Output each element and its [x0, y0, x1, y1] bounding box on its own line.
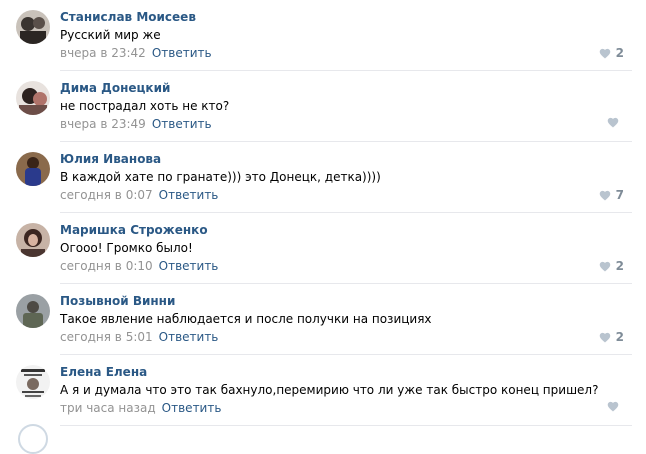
comment-date[interactable]: сегодня в 0:10 — [60, 259, 153, 273]
reply-button[interactable]: Ответить — [152, 117, 212, 131]
avatar[interactable] — [16, 152, 50, 186]
divider — [60, 425, 632, 426]
comment-meta: сегодня в 5:01 Ответить — [60, 329, 218, 345]
like-button[interactable]: 7 — [599, 188, 624, 202]
heart-icon — [607, 401, 619, 412]
like-button[interactable]: 2 — [599, 259, 624, 273]
like-count: 2 — [615, 330, 624, 344]
comment-meta: вчера в 23:49 Ответить — [60, 116, 212, 132]
like-count: 2 — [615, 259, 624, 273]
comment-author[interactable]: Дима Донецкий — [60, 80, 170, 96]
avatar[interactable] — [16, 365, 50, 399]
heart-icon — [599, 332, 610, 342]
reply-button[interactable]: Ответить — [159, 330, 219, 344]
comment-author[interactable]: Маришка Строженко — [60, 222, 208, 238]
comment-item: Маришка Строженко Огооо! Громко было! се… — [0, 213, 646, 284]
comment-item: Позывной Винни Такое явление наблюдается… — [0, 284, 646, 355]
reply-button[interactable]: Ответить — [162, 401, 222, 415]
comment-author[interactable]: Елена Елена — [60, 364, 147, 380]
comment-meta: три часа назад Ответить — [60, 400, 221, 416]
comment-text: В каждой хате по гранате))) это Донецк, … — [60, 170, 381, 184]
like-button[interactable] — [607, 117, 624, 128]
comment-author[interactable]: Позывной Винни — [60, 293, 175, 309]
avatar[interactable] — [16, 81, 50, 115]
comment-date[interactable]: три часа назад — [60, 401, 156, 415]
comment-meta: вчера в 23:42 Ответить — [60, 45, 212, 61]
comment-item: Юлия Иванова В каждой хате по гранате)))… — [0, 142, 646, 213]
reply-button[interactable]: Ответить — [159, 259, 219, 273]
comment-meta: сегодня в 0:10 Ответить — [60, 258, 218, 274]
avatar[interactable] — [16, 10, 50, 44]
like-count: 2 — [615, 46, 624, 60]
comment-text: Русский мир же — [60, 28, 161, 42]
comment-date[interactable]: сегодня в 0:07 — [60, 188, 153, 202]
comment-author[interactable]: Станислав Моисеев — [60, 9, 196, 25]
comment-author[interactable]: Юлия Иванова — [60, 151, 161, 167]
comment-date[interactable]: вчера в 23:49 — [60, 117, 146, 131]
comment-item: Елена Елена А я и думала что это так бах… — [0, 355, 646, 426]
heart-icon — [599, 261, 610, 271]
like-button[interactable] — [607, 401, 624, 412]
avatar[interactable] — [16, 294, 50, 328]
comment-date[interactable]: вчера в 23:42 — [60, 46, 146, 60]
comments-list: Станислав Моисеев Русский мир же вчера в… — [0, 0, 646, 426]
comment-text: Огооо! Громко было! — [60, 241, 193, 255]
reply-button[interactable]: Ответить — [152, 46, 212, 60]
comment-item: Дима Донецкий не пострадал хоть не кто? … — [0, 71, 646, 142]
like-count: 7 — [615, 188, 624, 202]
comment-text: Такое явление наблюдается и после получк… — [60, 312, 432, 326]
heart-icon — [599, 48, 610, 58]
comment-date[interactable]: сегодня в 5:01 — [60, 330, 153, 344]
comment-text: не пострадал хоть не кто? — [60, 99, 230, 113]
avatar[interactable] — [16, 223, 50, 257]
comment-item: Станислав Моисеев Русский мир же вчера в… — [0, 0, 646, 71]
comment-meta: сегодня в 0:07 Ответить — [60, 187, 218, 203]
like-button[interactable]: 2 — [599, 46, 624, 60]
heart-icon — [607, 117, 619, 128]
heart-icon — [599, 190, 610, 200]
reply-button[interactable]: Ответить — [159, 188, 219, 202]
like-button[interactable]: 2 — [599, 330, 624, 344]
comment-text: А я и думала что это так бахнуло,перемир… — [60, 383, 599, 397]
